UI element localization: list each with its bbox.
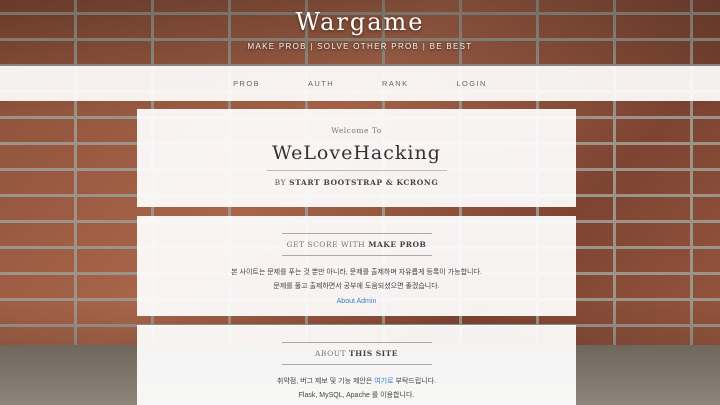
brand-heading: WeLoveHacking [272,142,441,164]
byline-authors: START BOOTSTRAP & KCRONG [289,178,439,187]
about-heading: ABOUT THIS SITE [137,349,576,358]
score-heading: GET SCORE WITH MAKE PROB [137,240,576,249]
welcome-text: Welcome To [331,126,382,135]
about-line-1: 취약점, 버그 제보 및 기능 제안은 여기로 부탁드립니다. [137,375,576,389]
main-navbar: PROB AUTH RANK LOGIN [0,66,720,101]
about-line-1-before: 취약점, 버그 제보 및 기능 제안은 [276,378,375,385]
about-description: 취약점, 버그 제보 및 기능 제안은 여기로 부탁드립니다. Flask, M… [137,375,576,403]
byline-prefix: BY [274,178,287,187]
report-here-link[interactable]: 여기로 [374,378,393,385]
intro-panel: Welcome To WeLoveHacking BY START BOOTST… [137,109,576,207]
intro-divider [266,170,447,171]
score-top-rule [281,233,432,234]
score-line-1: 본 사이트는 문제를 푸는 것 뿐만 아니라, 문제를 출제하며 자유롭게 등록… [231,269,482,276]
nav-link-rank[interactable]: RANK [376,75,414,92]
nav-link-prob[interactable]: PROB [227,75,266,92]
about-top-rule [281,342,432,343]
nav-link-auth[interactable]: AUTH [302,75,340,92]
nav-link-login[interactable]: LOGIN [450,75,492,92]
score-heading-prefix: GET SCORE WITH [286,240,366,249]
about-line-1-after: 부탁드립니다. [393,378,437,385]
score-line-2: 문제를 풀고 출제하면서 공부에 도움되셨으면 좋겠습니다. [273,283,440,290]
site-tagline: MAKE PROB | SOLVE OTHER PROB | BE BEST [247,42,473,51]
site-title: Wargame [295,8,425,36]
about-bottom-rule [281,364,432,365]
about-heading-prefix: ABOUT [315,349,347,358]
about-line-2: Flask, MySQL, Apache 를 이용합니다. [298,392,415,399]
about-heading-bold: THIS SITE [349,349,398,358]
score-heading-bold: MAKE PROB [368,240,427,249]
score-bottom-rule [281,255,432,256]
score-panel: GET SCORE WITH MAKE PROB 본 사이트는 문제를 푸는 것… [137,216,576,316]
score-description: 본 사이트는 문제를 푸는 것 뿐만 아니라, 문제를 출제하며 자유롭게 등록… [137,266,576,309]
about-panel: ABOUT THIS SITE 취약점, 버그 제보 및 기능 제안은 여기로 … [137,325,576,405]
about-admin-link[interactable]: About Admin [337,295,377,309]
byline: BY START BOOTSTRAP & KCRONG [137,178,576,187]
